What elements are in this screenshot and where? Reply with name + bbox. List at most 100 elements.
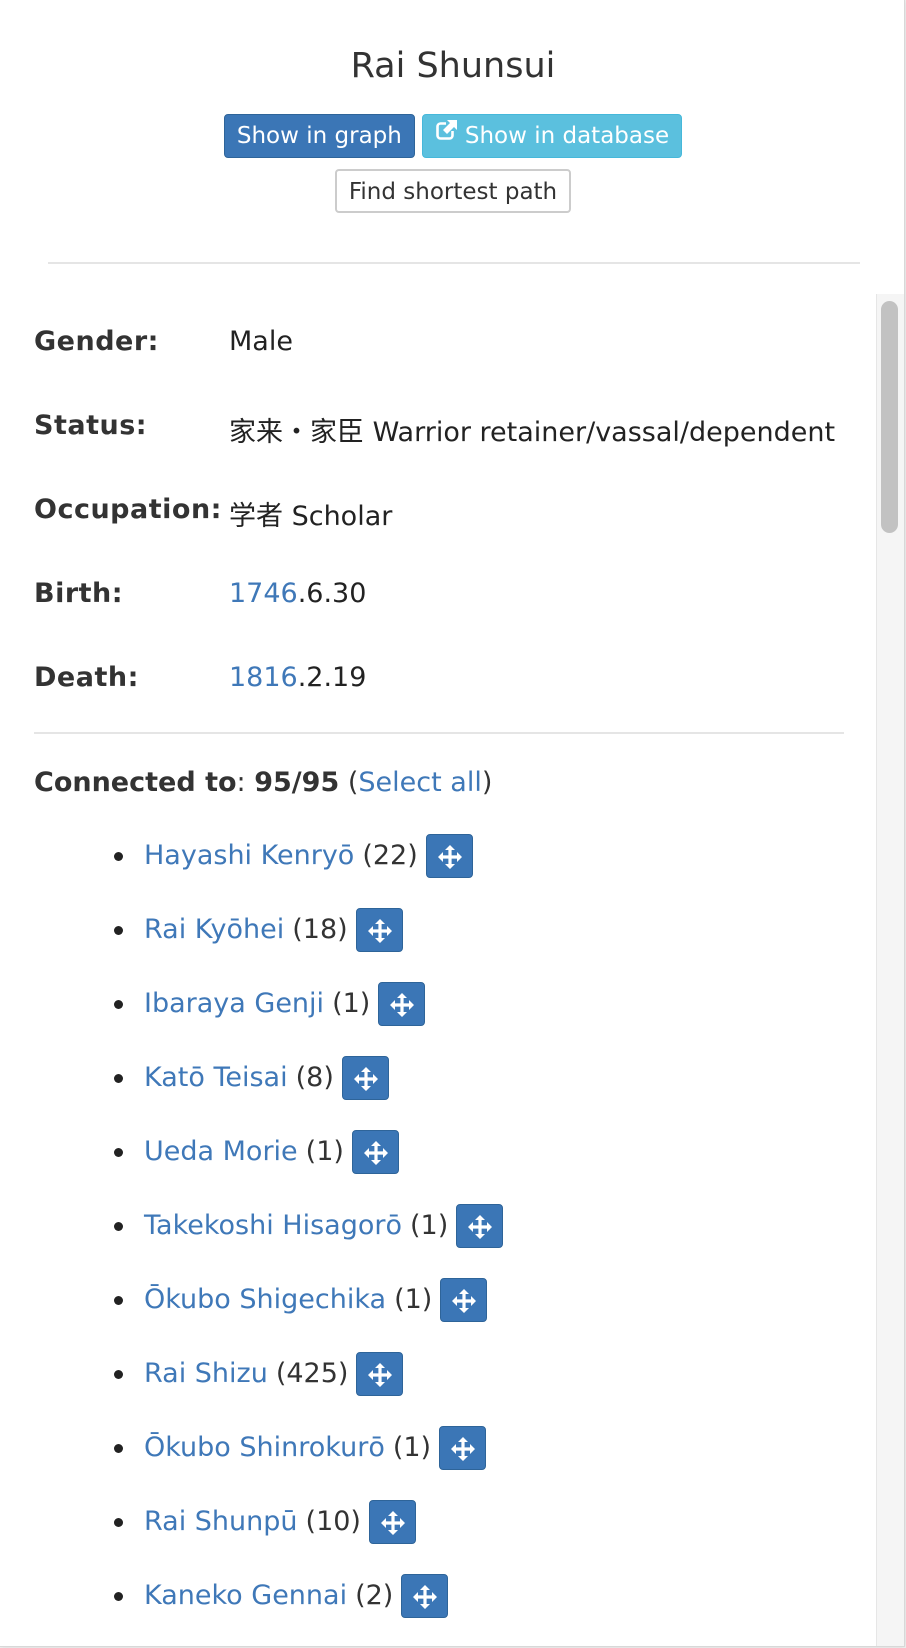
birth-year-link[interactable]: 1746	[229, 578, 298, 609]
focus-node-button[interactable]	[401, 1574, 449, 1618]
select-all-open-paren: (	[347, 767, 359, 798]
death-date-rest: .2.19	[297, 662, 367, 693]
move-arrows-icon	[368, 1363, 393, 1387]
status-value: 家来・家臣 Warrior retainer/vassal/dependent	[229, 417, 836, 448]
connection-count: (1)	[410, 1210, 449, 1241]
connection-count: (1)	[332, 988, 371, 1019]
connection-row: Hayashi Kenryō (22)	[144, 834, 473, 878]
connection-name-link[interactable]: Kaneko Gennai	[144, 1574, 347, 1618]
focus-node-button[interactable]	[356, 1352, 404, 1396]
birth-label: Birth:	[34, 578, 124, 609]
connection-row: Katō Teisai (8)	[144, 1056, 389, 1100]
list-bullet	[114, 1370, 123, 1379]
gender-value: Male	[229, 326, 293, 357]
focus-node-button[interactable]	[378, 982, 426, 1026]
section-divider	[34, 732, 844, 734]
connection-count: (10)	[305, 1506, 361, 1537]
connection-name-link[interactable]: Rai Shizu	[144, 1352, 268, 1396]
occupation-value: 学者 Scholar	[229, 501, 393, 532]
connection-list-item: Ibaraya Genji (1)	[0, 982, 870, 1056]
select-all-close-paren: )	[481, 767, 493, 798]
show-in-graph-button[interactable]: Show in graph	[223, 114, 415, 158]
focus-node-button[interactable]	[341, 1056, 389, 1100]
move-arrows-icon	[353, 1067, 378, 1091]
connection-list-item: Kaneko Gennai (2)	[0, 1574, 870, 1646]
connection-row: Ōkubo Shigechika (1)	[144, 1278, 488, 1322]
connection-row: Kaneko Gennai (2)	[144, 1574, 449, 1618]
connection-list-item: Ōkubo Shigechika (1)	[0, 1278, 870, 1352]
focus-node-button[interactable]	[355, 908, 403, 952]
connection-count: (2)	[355, 1580, 394, 1611]
focus-node-button[interactable]	[440, 1278, 488, 1322]
action-button-row: Show in graph Show in database	[0, 114, 904, 158]
move-arrows-icon	[452, 1289, 477, 1313]
find-shortest-path-button[interactable]: Find shortest path	[334, 169, 572, 213]
connection-count: (1)	[394, 1284, 433, 1315]
connection-count: (8)	[295, 1062, 334, 1093]
external-link-icon	[435, 114, 459, 156]
move-arrows-icon	[363, 1141, 388, 1165]
death-value: 1816.2.19	[229, 662, 366, 693]
connection-list-item: Ueda Morie (1)	[0, 1130, 870, 1204]
select-all-link[interactable]: Select all	[358, 767, 481, 798]
connected-to-summary: Connected to: 95/95 (Select all)	[34, 767, 492, 798]
list-bullet	[114, 852, 123, 861]
connection-name-link[interactable]: Hayashi Kenryō	[144, 834, 354, 878]
connection-name-link[interactable]: Takekoshi Hisagorō	[144, 1204, 402, 1248]
list-bullet	[114, 1222, 123, 1231]
connection-list-item: Ōkubo Shinrokurō (1)	[0, 1426, 870, 1500]
move-arrows-icon	[413, 1585, 438, 1609]
connection-list-item: Katō Teisai (8)	[0, 1056, 870, 1130]
connection-row: Ibaraya Genji (1)	[144, 982, 426, 1026]
person-name-title: Rai Shunsui	[350, 46, 556, 86]
list-bullet	[114, 926, 123, 935]
list-bullet	[114, 1296, 123, 1305]
connection-row: Rai Shizu (425)	[144, 1352, 404, 1396]
list-bullet	[114, 1518, 123, 1527]
move-arrows-icon	[468, 1215, 493, 1239]
occupation-label: Occupation:	[34, 494, 222, 525]
focus-node-button[interactable]	[351, 1130, 399, 1174]
connection-count: (18)	[292, 914, 348, 945]
connection-count: (1)	[392, 1432, 432, 1463]
connection-list-item: Hayashi Kenryō (22)	[0, 834, 870, 908]
move-arrows-icon	[451, 1437, 476, 1461]
show-in-database-button[interactable]: Show in database	[421, 114, 683, 158]
list-bullet	[114, 1592, 123, 1601]
move-arrows-icon	[367, 919, 392, 943]
focus-node-button[interactable]	[456, 1204, 504, 1248]
death-year-link[interactable]: 1816	[229, 662, 298, 693]
list-bullet	[114, 1074, 123, 1083]
connection-row: Ōkubo Shinrokurō (1)	[144, 1426, 487, 1470]
birth-value: 1746.6.30	[229, 578, 366, 609]
focus-node-button[interactable]	[439, 1426, 487, 1470]
move-arrows-icon	[390, 993, 415, 1017]
connection-name-link[interactable]: Ōkubo Shinrokurō	[144, 1426, 385, 1470]
panel-header: Rai Shunsui Show in graph Show in databa…	[0, 0, 904, 250]
connection-count: (425)	[275, 1358, 349, 1389]
connection-name-link[interactable]: Ōkubo Shigechika	[144, 1278, 386, 1322]
move-arrows-icon	[380, 1511, 405, 1535]
scrollbar-thumb[interactable]	[881, 301, 898, 533]
connection-name-link[interactable]: Katō Teisai	[144, 1056, 288, 1100]
connection-name-link[interactable]: Ueda Morie	[144, 1130, 298, 1174]
connection-count: (1)	[305, 1136, 344, 1167]
connections-list: Hayashi Kenryō (22) Rai Kyōhei (18) Ibaraya …	[0, 834, 870, 1646]
person-details-panel: Rai Shunsui Show in graph Show in databa…	[0, 0, 905, 1647]
connection-name-link[interactable]: Rai Kyōhei	[144, 908, 284, 952]
connection-list-item: Rai Shizu (425)	[0, 1352, 870, 1426]
connection-list-item: Rai Kyōhei (18)	[0, 908, 870, 982]
focus-node-button[interactable]	[368, 1500, 416, 1544]
show-in-database-label: Show in database	[464, 123, 670, 149]
connection-name-link[interactable]: Ibaraya Genji	[144, 982, 324, 1026]
move-arrows-icon	[437, 845, 462, 869]
status-label: Status:	[34, 410, 148, 441]
focus-node-button[interactable]	[425, 834, 473, 878]
connection-count: (22)	[362, 840, 418, 871]
connection-row: Rai Kyōhei (18)	[144, 908, 403, 952]
connection-name-link[interactable]: Rai Shunpū	[144, 1500, 298, 1544]
connection-row: Rai Shunpū (10)	[144, 1500, 416, 1544]
list-bullet	[114, 1000, 123, 1009]
connection-list-item: Rai Shunpū (10)	[0, 1500, 870, 1574]
connection-row: Ueda Morie (1)	[144, 1130, 399, 1174]
